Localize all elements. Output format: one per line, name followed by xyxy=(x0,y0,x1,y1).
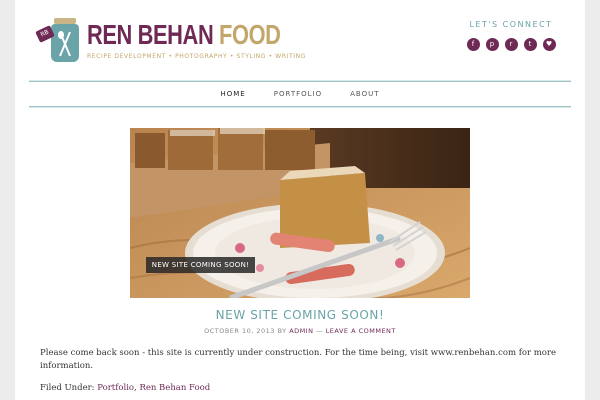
nav-item-portfolio[interactable]: PORTFOLIO xyxy=(260,90,336,98)
social-connect: LET'S CONNECT f p r t ♥ xyxy=(445,20,577,51)
category-link-ren-behan-food[interactable]: Ren Behan Food xyxy=(139,383,210,393)
connect-label: LET'S CONNECT xyxy=(469,20,553,29)
post-categories: Filed Under: Portfolio, Ren Behan Food xyxy=(40,383,211,393)
mason-jar-icon: RB xyxy=(35,18,79,62)
hero-caption: NEW SITE COMING SOON! xyxy=(146,257,255,273)
facebook-icon[interactable]: f xyxy=(466,38,480,51)
logo-title-part2: FOOD xyxy=(219,19,281,50)
social-icons: f p r t ♥ xyxy=(445,38,577,51)
category-link-portfolio[interactable]: Portfolio xyxy=(97,383,134,393)
post-date: OCTOBER 10, 2013 xyxy=(204,327,275,335)
post-meta: OCTOBER 10, 2013 BY ADMIN — LEAVE A COMM… xyxy=(15,327,585,335)
heart-icon[interactable]: ♥ xyxy=(542,38,556,51)
rss-icon[interactable]: r xyxy=(504,38,518,51)
post-by-label: BY xyxy=(277,327,287,335)
post-meta-separator: — xyxy=(316,327,324,335)
post-title[interactable]: NEW SITE COMING SOON! xyxy=(15,308,585,322)
filed-under-label: Filed Under: xyxy=(40,383,95,393)
site-logo[interactable]: RB REN BEHAN FOOD RECIPE DEVELOPMENT • P… xyxy=(35,18,305,68)
page-container: RB REN BEHAN FOOD RECIPE DEVELOPMENT • P… xyxy=(15,0,585,400)
pinterest-icon[interactable]: p xyxy=(485,38,499,51)
nav-item-home[interactable]: HOME xyxy=(206,90,259,98)
post-body: Please come back soon - this site is cur… xyxy=(40,348,557,371)
logo-title: REN BEHAN FOOD xyxy=(87,18,281,52)
main-nav: HOME PORTFOLIO ABOUT xyxy=(29,81,571,107)
nav-item-about[interactable]: ABOUT xyxy=(336,90,393,98)
logo-title-part1: REN BEHAN xyxy=(87,19,214,50)
leave-comment-link[interactable]: LEAVE A COMMENT xyxy=(326,327,396,335)
post-author-link[interactable]: ADMIN xyxy=(289,327,313,335)
logo-tagline: RECIPE DEVELOPMENT • PHOTOGRAPHY • STYLI… xyxy=(87,53,306,60)
twitter-icon[interactable]: t xyxy=(523,38,537,51)
